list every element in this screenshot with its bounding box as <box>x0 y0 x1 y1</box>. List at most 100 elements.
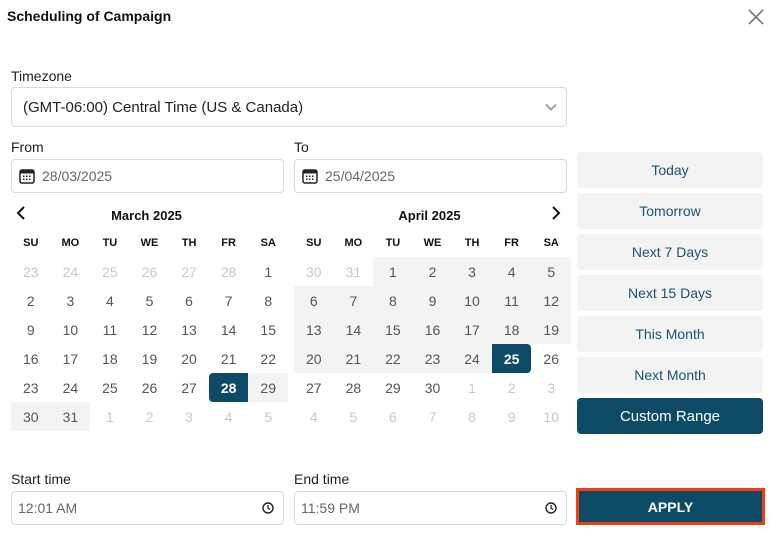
day-cell[interactable]: 29 <box>248 373 288 402</box>
day-cell[interactable]: 3 <box>169 402 209 431</box>
preset-this-month-button[interactable]: This Month <box>577 316 763 352</box>
day-cell[interactable]: 23 <box>11 373 51 402</box>
timezone-select[interactable]: (GMT-06:00) Central Time (US & Canada) <box>11 87 567 127</box>
day-cell[interactable]: 28 <box>209 257 249 286</box>
day-cell[interactable]: 16 <box>412 315 453 344</box>
day-cell[interactable]: 31 <box>334 257 374 286</box>
day-cell[interactable]: 9 <box>492 402 532 431</box>
day-cell[interactable]: 13 <box>169 315 209 344</box>
day-cell[interactable]: 24 <box>51 373 91 402</box>
day-cell[interactable]: 15 <box>248 315 288 344</box>
day-cell[interactable]: 20 <box>294 344 334 373</box>
day-cell[interactable]: 10 <box>531 402 571 431</box>
day-cell[interactable]: 6 <box>373 402 413 431</box>
day-cell[interactable]: 7 <box>413 402 453 431</box>
day-cell[interactable]: 5 <box>334 402 374 431</box>
day-cell[interactable]: 21 <box>209 344 249 373</box>
day-cell[interactable]: 25 <box>90 373 130 402</box>
preset-next-7-days-button[interactable]: Next 7 Days <box>577 234 763 270</box>
day-cell[interactable]: 9 <box>11 315 51 344</box>
start-time-input[interactable]: 12:01 AM <box>11 491 284 525</box>
day-cell[interactable]: 14 <box>333 315 374 344</box>
day-cell[interactable]: 8 <box>248 286 288 315</box>
clock-icon[interactable] <box>545 502 557 514</box>
day-cell[interactable]: 24 <box>452 344 492 373</box>
preset-today-button[interactable]: Today <box>577 152 763 188</box>
day-cell[interactable]: 13 <box>294 315 334 344</box>
day-cell[interactable]: 31 <box>50 402 91 431</box>
day-cell[interactable]: 29 <box>373 373 413 402</box>
day-cell[interactable]: 5 <box>248 402 288 431</box>
day-cell[interactable]: 18 <box>491 315 532 344</box>
day-cell[interactable]: 11 <box>90 315 130 344</box>
day-cell[interactable]: 2 <box>412 257 453 286</box>
preset-custom-range-button[interactable]: Custom Range <box>577 398 763 434</box>
preset-tomorrow-button[interactable]: Tomorrow <box>577 193 763 229</box>
day-cell[interactable]: 5 <box>130 286 170 315</box>
day-cell[interactable]: 30 <box>413 373 453 402</box>
from-date-input[interactable]: 28/03/2025 <box>11 159 284 193</box>
day-cell[interactable]: 23 <box>412 344 453 373</box>
day-cell[interactable]: 23 <box>11 257 51 286</box>
day-cell[interactable]: 25 <box>90 257 130 286</box>
day-cell[interactable]: 22 <box>373 344 413 373</box>
day-cell[interactable]: 3 <box>51 286 91 315</box>
day-cell[interactable]: 7 <box>333 286 374 315</box>
day-cell[interactable]: 26 <box>531 344 571 373</box>
day-cell[interactable]: 7 <box>209 286 249 315</box>
day-cell[interactable]: 12 <box>130 315 170 344</box>
day-cell[interactable]: 1 <box>248 257 288 286</box>
end-time-input[interactable]: 11:59 PM <box>294 491 567 525</box>
day-cell[interactable]: 2 <box>11 286 51 315</box>
preset-next-month-button[interactable]: Next Month <box>577 357 763 393</box>
day-cell-selected[interactable]: 28 <box>208 373 249 402</box>
apply-button[interactable]: APPLY <box>576 488 765 525</box>
day-cell[interactable]: 6 <box>294 286 334 315</box>
day-cell[interactable]: 17 <box>452 315 492 344</box>
day-cell[interactable]: 8 <box>452 402 492 431</box>
day-cell[interactable]: 17 <box>51 344 91 373</box>
day-cell[interactable]: 1 <box>373 257 413 286</box>
preset-next-15-days-button[interactable]: Next 15 Days <box>577 275 763 311</box>
day-cell[interactable]: 2 <box>492 373 532 402</box>
day-cell[interactable]: 20 <box>169 344 209 373</box>
day-cell[interactable]: 27 <box>169 373 209 402</box>
day-cell[interactable]: 5 <box>531 257 571 286</box>
day-cell[interactable]: 1 <box>452 373 492 402</box>
day-cell[interactable]: 9 <box>412 286 453 315</box>
day-cell-selected[interactable]: 25 <box>491 344 532 373</box>
day-cell[interactable]: 4 <box>491 257 532 286</box>
day-cell[interactable]: 30 <box>294 257 334 286</box>
close-icon[interactable] <box>747 8 765 26</box>
day-cell[interactable]: 11 <box>491 286 532 315</box>
day-cell[interactable]: 2 <box>130 402 170 431</box>
to-date-input[interactable]: 25/04/2025 <box>294 159 567 193</box>
day-cell[interactable]: 18 <box>90 344 130 373</box>
day-cell[interactable]: 27 <box>169 257 209 286</box>
day-cell[interactable]: 27 <box>294 373 334 402</box>
day-cell[interactable]: 14 <box>209 315 249 344</box>
day-cell[interactable]: 3 <box>531 373 571 402</box>
day-cell[interactable]: 28 <box>334 373 374 402</box>
clock-icon[interactable] <box>262 502 274 514</box>
day-cell[interactable]: 4 <box>294 402 334 431</box>
day-cell[interactable]: 8 <box>373 286 413 315</box>
day-cell[interactable]: 19 <box>531 315 571 344</box>
day-cell[interactable]: 10 <box>51 315 91 344</box>
day-cell[interactable]: 19 <box>130 344 170 373</box>
day-cell[interactable]: 21 <box>333 344 374 373</box>
day-cell[interactable]: 6 <box>169 286 209 315</box>
day-cell[interactable]: 22 <box>248 344 288 373</box>
day-cell[interactable]: 4 <box>90 286 130 315</box>
day-cell[interactable]: 4 <box>209 402 249 431</box>
day-cell[interactable]: 3 <box>452 257 492 286</box>
day-cell[interactable]: 1 <box>90 402 130 431</box>
day-cell[interactable]: 24 <box>51 257 91 286</box>
day-cell[interactable]: 26 <box>130 257 170 286</box>
day-cell[interactable]: 26 <box>130 373 170 402</box>
day-cell[interactable]: 16 <box>11 344 51 373</box>
day-cell[interactable]: 10 <box>452 286 492 315</box>
day-cell[interactable]: 15 <box>373 315 413 344</box>
day-cell[interactable]: 12 <box>531 286 571 315</box>
day-cell[interactable]: 30 <box>11 402 51 431</box>
